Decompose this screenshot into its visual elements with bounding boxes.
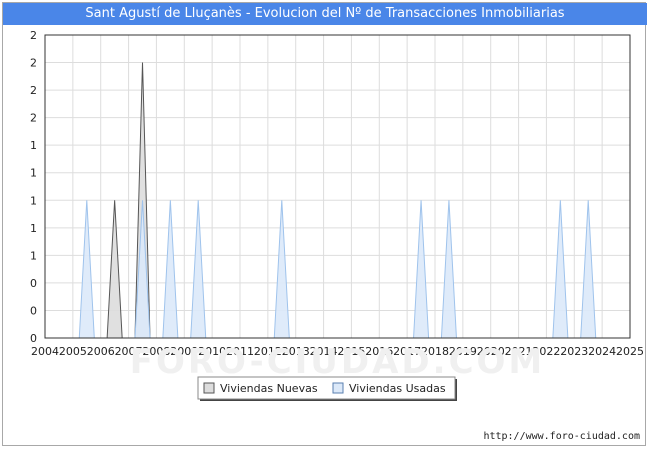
x-tick-label: 2025 (616, 345, 644, 358)
watermark: FORO-CIUDAD.COM (130, 342, 546, 382)
y-tick-label: 2 (30, 84, 37, 97)
y-tick-label: 2 (30, 57, 37, 70)
y-tick-label: 1 (30, 167, 37, 180)
y-tick-label: 1 (30, 222, 37, 235)
y-tick-label: 1 (30, 194, 37, 207)
y-tick-label: 2 (30, 29, 37, 42)
y-tick-label: 0 (30, 332, 37, 345)
y-tick-label: 2 (30, 112, 37, 125)
x-tick-label: 2024 (588, 345, 616, 358)
plot-area (45, 35, 630, 338)
chart-canvas: 0001111122222004 2005 2006 2007 2008 2009 2010… (30, 29, 644, 401)
y-tick-label: 1 (30, 139, 37, 152)
legend-swatch (203, 382, 215, 394)
source-url: http://www.foro-ciudad.com (483, 431, 640, 442)
y-tick-label: 0 (30, 304, 37, 317)
x-tick-label: 2005 (59, 345, 87, 358)
legend-label: Viviendas Nuevas (220, 382, 318, 395)
y-tick-label: 1 (30, 249, 37, 262)
x-tick-label: 2004 (31, 345, 59, 358)
legend-label: Viviendas Usadas (349, 382, 446, 395)
x-tick-label: 2023 (560, 345, 588, 358)
y-tick-label: 0 (30, 277, 37, 290)
legend-swatch (332, 382, 344, 394)
x-tick-label: 2006 (87, 345, 115, 358)
